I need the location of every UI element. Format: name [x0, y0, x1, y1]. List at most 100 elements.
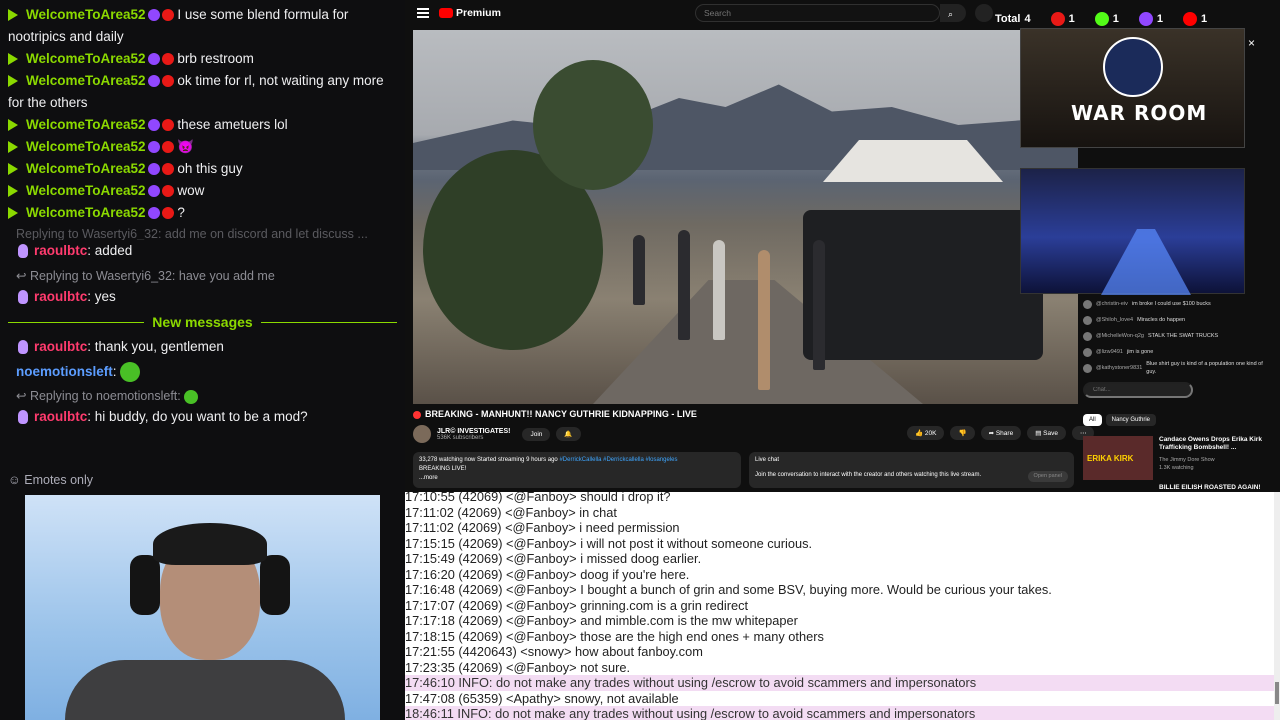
chat-message: WelcomeToArea52 brb restroom [0, 48, 405, 70]
chat-text: brb restroom [177, 51, 254, 66]
reply-context: ↩ Replying to Wasertyi6_32: have you add… [16, 269, 275, 283]
live-chat-message: @christin-eiv im broke I could use $100 b… [1083, 296, 1268, 312]
chat-text: : yes [87, 289, 116, 304]
chat-message: raoulbtc: added [0, 240, 405, 262]
subscriber-count: 536K subscribers [437, 434, 484, 441]
chat-text: oh this guy [177, 161, 243, 176]
search-icon: ⌕ [948, 9, 954, 19]
mod-badge-icon [147, 75, 160, 88]
filter-all[interactable]: All [1083, 414, 1102, 426]
chat-message: WelcomeToArea52 these ametuers lol [0, 114, 405, 136]
chat-username[interactable]: WelcomeToArea52 [26, 139, 146, 154]
channel-name[interactable]: JLR© INVESTIGATES! [437, 428, 510, 435]
sub-badge-icon [161, 9, 174, 22]
irc-line: 17:15:49 (42069) <@Fanboy> i missed doog… [405, 551, 702, 566]
youtube-logo[interactable]: Premium [439, 7, 501, 19]
chat-username[interactable]: WelcomeToArea52 [26, 7, 146, 22]
chat-username[interactable]: raoulbtc [34, 243, 87, 258]
play-icon [8, 207, 18, 220]
platform-icon [1094, 12, 1109, 26]
youtube-play-icon [439, 8, 453, 19]
live-chat-message: @kathystoner9831 Blue shirt guy is kind o… [1083, 360, 1268, 376]
mod-badge-icon [147, 9, 160, 22]
chat-username[interactable]: raoulbtc [34, 409, 87, 424]
mod-badge-icon [147, 185, 160, 198]
mic-badge-icon [18, 410, 28, 425]
emote-mode-icon: ☺ [8, 473, 25, 487]
search-input[interactable] [695, 4, 940, 22]
chat-message: WelcomeToArea52 I use some blend formula… [0, 4, 405, 48]
mod-badge-icon [147, 207, 160, 220]
webcam-feed [25, 495, 380, 720]
reply-arrow-icon: ↩ [16, 389, 30, 403]
chat-message: raoulbtc: yes [0, 286, 405, 308]
close-icon[interactable]: × [1248, 36, 1255, 50]
recommended-video[interactable]: ERIKA KIRK Candace Owens Drops Erika Kir… [1083, 436, 1268, 492]
recommended-title[interactable]: Candace Owens Drops Erika Kirk Trafficki… [1159, 436, 1264, 452]
chat-username[interactable]: raoulbtc [34, 289, 87, 304]
chat-username[interactable]: raoulbtc [34, 339, 87, 354]
sub-badge-icon [161, 185, 174, 198]
video-description[interactable]: 33,278 watching now Started streaming 9 … [413, 452, 741, 488]
headphones [260, 555, 290, 615]
save-button[interactable]: ▤ Save [1027, 426, 1066, 440]
new-messages-divider[interactable]: New messages [8, 314, 397, 330]
scrollbar[interactable] [1274, 492, 1280, 720]
platform-count: 1 [1094, 12, 1119, 26]
chat-username[interactable]: WelcomeToArea52 [26, 161, 146, 176]
irc-line: 17:21:55 (4420643) <snowy> how about fan… [405, 644, 703, 659]
like-button[interactable]: 👍 20K [907, 426, 945, 440]
play-icon [8, 75, 18, 88]
avatar [1083, 315, 1092, 325]
voice-search-button[interactable] [975, 4, 993, 22]
save-icon: ▤ [1035, 430, 1044, 437]
play-icon [8, 119, 18, 132]
live-chat-message: @lizw9491 jim is gone [1083, 344, 1268, 360]
twitch-chat-panel: WelcomeToArea52 I use some blend formula… [0, 0, 405, 492]
chat-username[interactable]: noemotionsleft [16, 364, 113, 379]
avatar [1083, 331, 1092, 341]
emote-icon [120, 362, 141, 383]
person [813, 240, 825, 370]
chat-username[interactable]: WelcomeToArea52 [26, 183, 146, 198]
chat-username[interactable]: WelcomeToArea52 [26, 73, 146, 88]
sub-badge-icon [161, 53, 174, 66]
platform-count: 1 [1050, 12, 1075, 26]
channel-avatar[interactable] [413, 425, 431, 443]
search-button[interactable]: ⌕ [940, 4, 966, 22]
filter-nancy-guthrie[interactable]: Nancy Guthrie [1105, 414, 1157, 426]
chat-message: WelcomeToArea52 oh this guy [0, 158, 405, 180]
irc-line: 17:23:35 (42069) <@Fanboy> not sure. [405, 659, 631, 675]
person [633, 235, 645, 305]
notification-bell-button[interactable]: 🔔 [556, 427, 581, 441]
bandana [153, 523, 267, 565]
more-link[interactable]: ...more [419, 474, 735, 483]
irc-log: 17:10:55 (42069) <@Fanboy> should i drop… [405, 492, 1280, 720]
open-panel-button[interactable]: Open panel [1027, 471, 1068, 482]
video-player[interactable] [413, 30, 1078, 404]
emotes-only-banner: ☺ Emotes only [0, 468, 405, 492]
menu-icon[interactable] [417, 8, 429, 18]
channel-row: JLR© INVESTIGATES! 536K subscribers Join… [413, 424, 581, 444]
video-thumbnail[interactable]: ERIKA KIRK [1083, 436, 1153, 480]
youtube-window: Premium ⌕ Total4 1 1 1 1 WAR ROOM × BREA… [405, 0, 1280, 492]
chat-message: raoulbtc: thank you, gentlemen [0, 336, 405, 358]
platform-icon [1138, 12, 1153, 26]
webcam-panel [0, 492, 405, 720]
irc-line: 17:15:15 (42069) <@Fanboy> i will not po… [405, 535, 813, 551]
irc-line: 17:18:15 (42069) <@Fanboy> those are the… [405, 628, 824, 644]
game-overlay [1020, 168, 1245, 295]
join-button[interactable]: Join [522, 427, 551, 441]
chat-input[interactable] [1083, 382, 1193, 398]
recommended-title[interactable]: BILLIE EILISH ROASTED AGAIN! [1159, 484, 1264, 492]
share-button[interactable]: ➦ Share [980, 426, 1022, 440]
mic-badge-icon [18, 244, 28, 259]
chat-username[interactable]: WelcomeToArea52 [26, 51, 146, 66]
chat-text: wow [177, 183, 205, 198]
dislike-button[interactable]: 👎 [950, 426, 975, 440]
chat-username[interactable]: WelcomeToArea52 [26, 205, 146, 220]
chat-message: WelcomeToArea52 wow [0, 180, 405, 202]
person [758, 250, 770, 390]
chat-username[interactable]: WelcomeToArea52 [26, 117, 146, 132]
irc-line: 17:47:08 (65359) <Apathy> snowy, not ava… [405, 690, 679, 706]
